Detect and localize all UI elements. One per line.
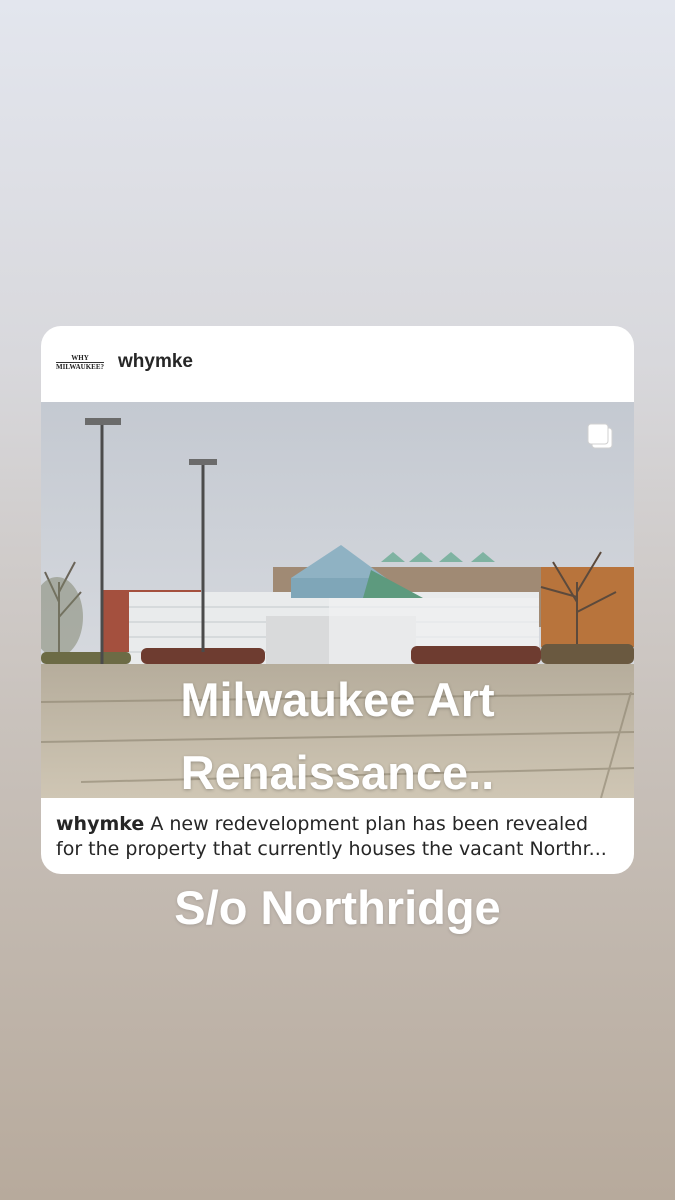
- caption-line2: for the property that currently houses t…: [56, 838, 607, 860]
- post-username[interactable]: whymke: [118, 351, 193, 373]
- caption-username[interactable]: whymke: [56, 813, 144, 835]
- caption-line1: whymke A new redevelopment plan has been…: [56, 812, 621, 837]
- avatar[interactable]: WHY MILWAUKEE?: [56, 346, 104, 380]
- story-text-overlay: S/o Northridge: [174, 881, 501, 934]
- post-photo[interactable]: Milwaukee Art Renaissance..: [41, 402, 634, 798]
- avatar-text-line2: MILWAUKEE?: [56, 362, 104, 371]
- post-caption: whymke A new redevelopment plan has been…: [56, 812, 621, 862]
- post-header: WHY MILWAUKEE? whymke: [41, 326, 634, 402]
- avatar-text-line1: WHY: [71, 354, 89, 362]
- mall-photo-illustration: [41, 402, 634, 798]
- overlay-title-line2: Renaissance..: [180, 746, 495, 798]
- carousel-icon: [587, 423, 613, 449]
- caption-text-line1: A new redevelopment plan has been reveal…: [150, 813, 589, 835]
- overlay-title-line1: Milwaukee Art: [180, 673, 495, 726]
- shared-post-card[interactable]: WHY MILWAUKEE? whymke Milwaukee Art Rena…: [41, 326, 634, 874]
